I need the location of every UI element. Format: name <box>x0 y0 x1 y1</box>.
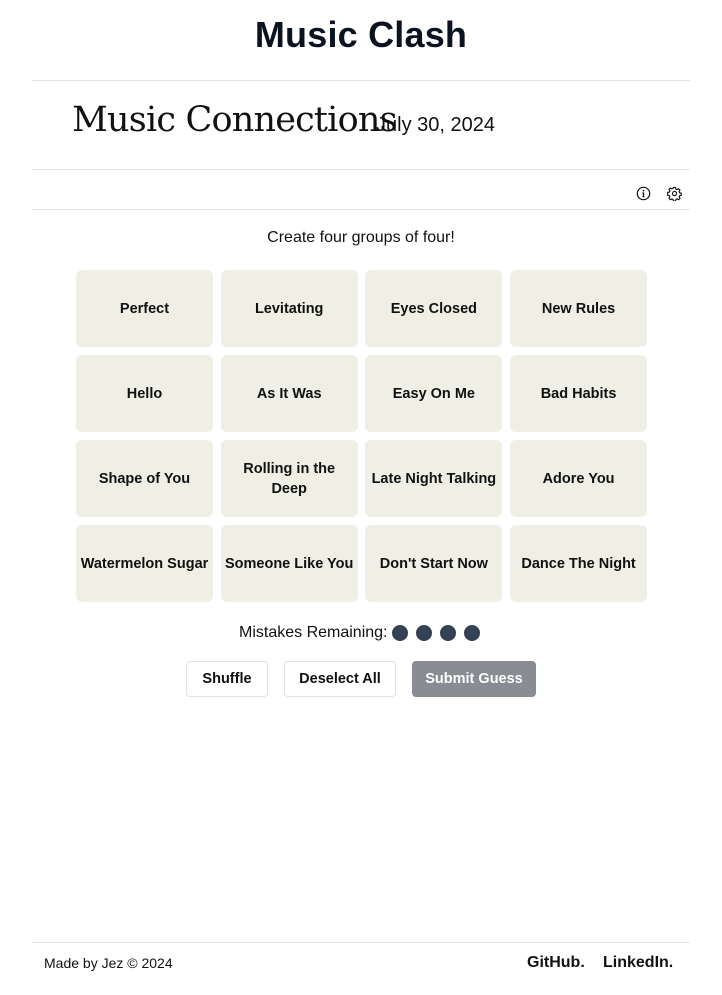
word-tile[interactable]: Watermelon Sugar <box>76 525 213 602</box>
word-tile[interactable]: Shape of You <box>76 440 213 517</box>
submit-guess-button[interactable]: Submit Guess <box>412 661 536 697</box>
deselect-all-button[interactable]: Deselect All <box>284 661 396 697</box>
game-date: July 30, 2024 <box>376 114 495 136</box>
info-icon[interactable] <box>635 185 651 201</box>
site-title: Music Clash <box>254 14 468 55</box>
word-tile[interactable]: Perfect <box>76 270 213 347</box>
game-title: Music Connections <box>72 100 398 140</box>
word-tile[interactable]: Eyes Closed <box>365 270 503 347</box>
word-tile[interactable]: As It Was <box>220 355 358 432</box>
word-tile[interactable]: Adore You <box>510 440 648 517</box>
mistake-dots <box>391 625 480 641</box>
word-tile[interactable]: Bad Habits <box>510 355 648 432</box>
mistake-dot <box>463 625 480 641</box>
mistakes-label: Mistakes Remaining: <box>239 624 388 641</box>
word-tile[interactable]: Don't Start Now <box>365 525 503 602</box>
linkedin-link[interactable]: LinkedIn. <box>603 954 673 972</box>
word-tile[interactable]: Hello <box>76 355 213 432</box>
word-tile[interactable]: Easy On Me <box>365 355 503 432</box>
shuffle-button[interactable]: Shuffle <box>186 661 268 697</box>
word-tile[interactable]: New Rules <box>510 270 648 347</box>
word-tile[interactable]: Dance The Night <box>510 525 648 602</box>
divider <box>32 209 690 210</box>
mistake-dot <box>415 625 432 641</box>
page: Music Clash Music Connections July 30, 2… <box>0 0 722 995</box>
instructions: Create four groups of four! <box>267 229 455 246</box>
word-tile[interactable]: Late Night Talking <box>365 440 503 517</box>
divider <box>32 169 690 170</box>
word-tile[interactable]: Someone Like You <box>220 525 358 602</box>
word-tile[interactable]: Levitating <box>220 270 358 347</box>
divider <box>32 80 690 81</box>
mistake-dot <box>439 625 456 641</box>
word-tile[interactable]: Rolling in the Deep <box>220 440 358 517</box>
footer-credit: Made by Jez © 2024 <box>44 955 173 971</box>
mistakes-remaining: Mistakes Remaining: <box>239 623 480 643</box>
tile-grid: Perfect Levitating Eyes Closed New Rules… <box>76 270 648 602</box>
divider <box>32 942 690 943</box>
mistake-dot <box>391 625 408 641</box>
github-link[interactable]: GitHub. <box>527 954 585 972</box>
gear-icon[interactable] <box>666 185 682 201</box>
